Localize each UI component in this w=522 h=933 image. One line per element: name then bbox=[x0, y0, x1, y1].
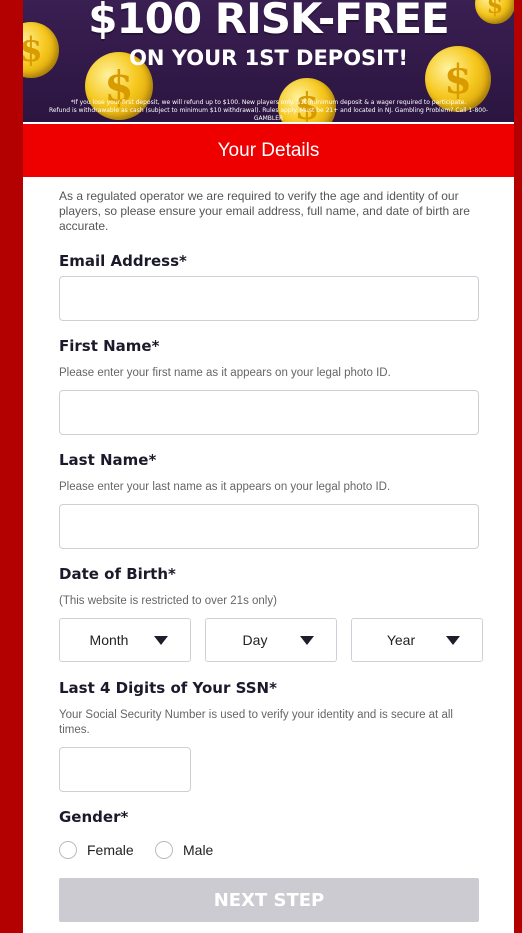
last-name-hint: Please enter your last name as it appear… bbox=[59, 481, 391, 493]
last-name-field[interactable] bbox=[59, 504, 479, 549]
last-name-label: Last Name* bbox=[59, 451, 157, 469]
next-step-button[interactable]: NEXT STEP bbox=[59, 878, 479, 922]
first-name-label: First Name* bbox=[59, 337, 160, 355]
year-select[interactable]: Year bbox=[351, 618, 483, 662]
promo-banner[interactable]: $100 RISK-FREE ON YOUR 1ST DEPOSIT! *If … bbox=[23, 0, 514, 122]
promo-headline: $100 RISK-FREE bbox=[88, 0, 449, 43]
dob-hint: (This website is restricted to over 21s … bbox=[59, 595, 277, 607]
promo-subhead: ON YOUR 1ST DEPOSIT! bbox=[129, 46, 408, 70]
intro-text: As a regulated operator we are required … bbox=[59, 189, 470, 233]
female-label[interactable]: Female bbox=[87, 842, 134, 858]
first-name-field[interactable] bbox=[59, 390, 479, 435]
year-select-value: Year bbox=[386, 632, 416, 648]
male-radio[interactable] bbox=[155, 841, 173, 859]
ssn-hint: Your Social Security Number is used to v… bbox=[59, 709, 453, 736]
disclaimer-line: Refund is withdrawable as cash (subject … bbox=[48, 107, 489, 122]
email-label: Email Address* bbox=[59, 252, 187, 270]
chevron-down-icon bbox=[154, 636, 168, 645]
ssn-label: Last 4 Digits of Your SSN* bbox=[59, 679, 277, 697]
section-header: Your Details bbox=[23, 124, 514, 177]
first-name-hint: Please enter your first name as it appea… bbox=[59, 367, 391, 379]
gender-label: Gender* bbox=[59, 808, 129, 826]
disclaimer-line: *If you lose your first deposit, we will… bbox=[70, 99, 467, 106]
ssn-field[interactable] bbox=[59, 747, 191, 792]
month-select[interactable]: Month bbox=[59, 618, 191, 662]
female-radio[interactable] bbox=[59, 841, 77, 859]
registration-panel: $100 RISK-FREE ON YOUR 1ST DEPOSIT! *If … bbox=[23, 0, 514, 933]
dob-label: Date of Birth* bbox=[59, 565, 176, 583]
email-field[interactable] bbox=[59, 276, 479, 321]
chevron-down-icon bbox=[300, 636, 314, 645]
male-label[interactable]: Male bbox=[183, 842, 213, 858]
day-select[interactable]: Day bbox=[205, 618, 337, 662]
day-select-value: Day bbox=[242, 632, 268, 648]
chevron-down-icon bbox=[446, 636, 460, 645]
section-title: Your Details bbox=[217, 139, 320, 161]
month-select-value: Month bbox=[89, 632, 129, 648]
promo-disclaimer: *If you lose your first deposit, we will… bbox=[37, 99, 500, 122]
